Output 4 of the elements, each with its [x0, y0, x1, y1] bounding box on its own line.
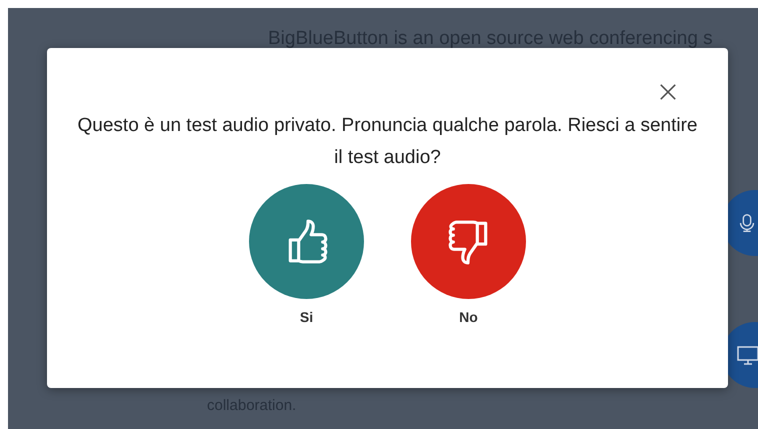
answer-button[interactable]: No	[411, 184, 526, 325]
close-icon	[659, 83, 677, 101]
dialog-message: Questo è un test audio privato. Pronuncia qualche parola. Riesci a sentire il test audio?	[76, 114, 698, 170]
answer-button[interactable]: Si	[249, 184, 364, 325]
